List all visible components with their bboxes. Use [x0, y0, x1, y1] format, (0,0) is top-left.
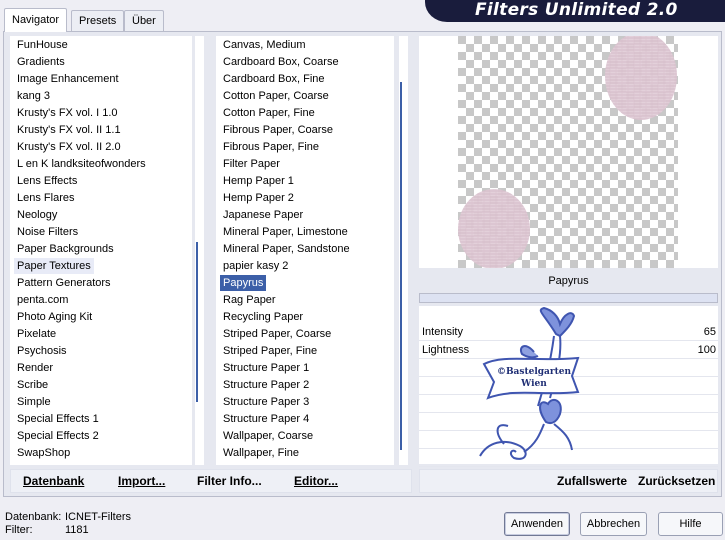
filter-scrollbar[interactable]	[399, 36, 408, 465]
database-label: Datenbank:	[5, 511, 62, 523]
category-list-item[interactable]: Photo Aging Kit	[14, 309, 95, 325]
banner-title: Filters Unlimited 2.0	[475, 0, 678, 20]
tab-uber[interactable]: Über	[124, 10, 164, 31]
filter-list-item[interactable]: Japanese Paper	[220, 207, 306, 223]
category-list-item[interactable]: Krusty's FX vol. II 2.0	[14, 139, 124, 155]
filter-list-item[interactable]: Wallpaper, Fine	[220, 445, 302, 461]
filter-list-item[interactable]: Striped Paper, Fine	[220, 343, 320, 359]
status-info: Datenbank: ICNET-Filters Filter: 1181	[5, 511, 131, 537]
reset-button[interactable]: Zurücksetzen	[638, 474, 715, 488]
filter-list-item[interactable]: Hemp Paper 2	[220, 190, 297, 206]
category-list-item[interactable]: Paper Textures	[14, 258, 94, 274]
tab-presets[interactable]: Presets	[71, 10, 125, 31]
filter-list-item[interactable]: Striped Paper, Coarse	[220, 326, 334, 342]
category-list-item[interactable]: Simple	[14, 394, 54, 410]
filters-unlimited-dialog: Filters Unlimited 2.0 Navigator Presets …	[0, 0, 725, 540]
category-list-item[interactable]: Render	[14, 360, 56, 376]
category-list-item[interactable]: Lens Effects	[14, 173, 80, 189]
filter-list-item[interactable]: Papyrus	[220, 275, 267, 291]
filter-info-button[interactable]: Filter Info...	[197, 474, 262, 488]
parameter-value: 100	[697, 344, 716, 356]
category-list-item[interactable]: Special Effects 1	[14, 411, 102, 427]
category-list-item[interactable]: Pattern Generators	[14, 275, 114, 291]
filter-list-item[interactable]: Hemp Paper 1	[220, 173, 297, 189]
category-list-item[interactable]: Psychosis	[14, 343, 70, 359]
filter-name-label: Papyrus	[419, 270, 718, 292]
list-toolbar: Datenbank Import... Filter Info... Edito…	[10, 469, 412, 493]
cancel-button[interactable]: Abbrechen	[580, 512, 647, 536]
category-scrollbar[interactable]	[195, 36, 204, 465]
preview-image[interactable]	[458, 36, 678, 268]
category-list-item[interactable]: Lens Flares	[14, 190, 77, 206]
filter-list-item[interactable]: Mineral Paper, Sandstone	[220, 241, 353, 257]
filter-list-item[interactable]: Cardboard Box, Coarse	[220, 54, 342, 70]
category-list-item[interactable]: Krusty's FX vol. II 1.1	[14, 122, 124, 138]
category-list[interactable]: FunHouse Gradients Image Enhancement kang 3…	[10, 36, 192, 465]
category-list-item[interactable]: Gradients	[14, 54, 68, 70]
banner: Filters Unlimited 2.0	[425, 0, 725, 22]
filter-list-item[interactable]: Recycling Paper	[220, 309, 306, 325]
editor-button[interactable]: Editor...	[294, 474, 338, 488]
filter-list[interactable]: Canvas, Medium Cardboard Box, Coarse Cardb…	[216, 36, 394, 465]
apply-button[interactable]: Anwenden	[504, 512, 570, 536]
filter-list-item[interactable]: Rag Paper	[220, 292, 279, 308]
category-list-item[interactable]: L en K landksiteofwonders	[14, 156, 149, 172]
category-list-item[interactable]: Image Enhancement	[14, 71, 122, 87]
category-list-item[interactable]: SwapShop	[14, 445, 73, 461]
filter-list-item[interactable]: Fibrous Paper, Coarse	[220, 122, 336, 138]
filter-list-item[interactable]: Cotton Paper, Coarse	[220, 88, 332, 104]
category-list-item[interactable]: Krusty's FX vol. I 1.0	[14, 105, 121, 121]
category-list-item[interactable]: Scribe	[14, 377, 51, 393]
filter-list-item[interactable]: Canvas, Medium	[220, 37, 309, 53]
filter-count-label: Filter:	[5, 524, 33, 536]
filter-list-item[interactable]: Mineral Paper, Limestone	[220, 224, 351, 240]
category-list-item[interactable]: FunHouse	[14, 37, 71, 53]
database-button[interactable]: Datenbank	[23, 474, 84, 488]
filter-list-item[interactable]: Fibrous Paper, Fine	[220, 139, 322, 155]
parameter-label: Intensity	[422, 326, 463, 338]
settings-toolbar: Zufallswerte Zurücksetzen	[419, 469, 718, 493]
filter-list-item[interactable]: Cardboard Box, Fine	[220, 71, 328, 87]
filter-list-item[interactable]: papier kasy 2	[220, 258, 291, 274]
import-button[interactable]: Import...	[118, 474, 165, 488]
filter-count-value: 1181	[65, 524, 89, 536]
filter-list-item[interactable]: Filter Paper	[220, 156, 283, 172]
category-list-item[interactable]: Neology	[14, 207, 60, 223]
category-list-item[interactable]: Special Effects 2	[14, 428, 102, 444]
parameter-label: Lightness	[422, 344, 470, 356]
parameter-value: 65	[703, 326, 716, 338]
tab-navigator[interactable]: Navigator	[4, 8, 68, 32]
filter-scroll-thumb[interactable]	[400, 82, 402, 450]
database-value: ICNET-Filters	[65, 511, 131, 523]
category-list-item[interactable]: Paper Backgrounds	[14, 241, 117, 257]
random-values-button[interactable]: Zufallswerte	[557, 474, 627, 488]
help-button[interactable]: Hilfe	[658, 512, 723, 536]
filter-list-item[interactable]: Cotton Paper, Fine	[220, 105, 318, 121]
category-list-item[interactable]: kang 3	[14, 88, 53, 104]
filter-list-item[interactable]: Structure Paper 2	[220, 377, 312, 393]
category-list-item[interactable]: Pixelate	[14, 326, 59, 342]
watermark-text: ©Bastelgarten Wien	[496, 367, 572, 389]
filter-progress-bar	[419, 293, 718, 303]
category-list-item[interactable]: Noise Filters	[14, 224, 81, 240]
filter-list-item[interactable]: Structure Paper 3	[220, 394, 312, 410]
category-scroll-thumb[interactable]	[196, 242, 198, 402]
filter-list-item[interactable]: Wallpaper, Coarse	[220, 428, 316, 444]
filter-list-item[interactable]: Structure Paper 1	[220, 360, 312, 376]
category-list-item[interactable]: penta.com	[14, 292, 71, 308]
filter-list-item[interactable]: Structure Paper 4	[220, 411, 312, 427]
